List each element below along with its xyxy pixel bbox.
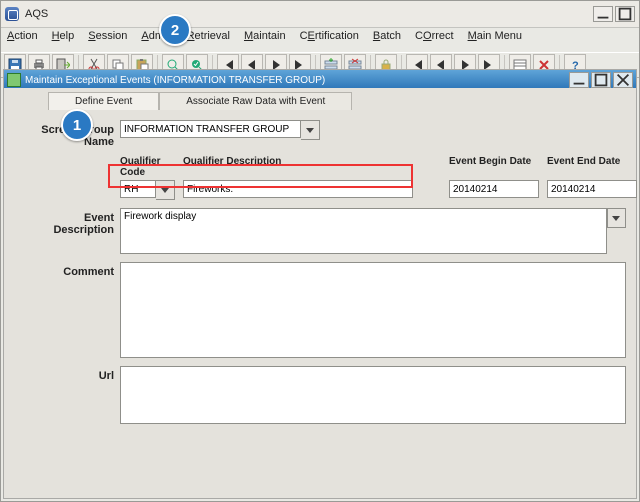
screen-group-dropdown-button[interactable] (301, 120, 320, 140)
callout-1: 1 (61, 109, 93, 141)
sub-close-button[interactable] (613, 72, 633, 88)
event-end-input[interactable] (547, 180, 637, 198)
menu-help[interactable]: Help (52, 30, 75, 48)
chevron-down-icon (306, 128, 314, 133)
url-textarea[interactable] (120, 366, 626, 424)
menubar: Action Help Session Admin Retrieval Main… (1, 28, 639, 52)
tabstrip: Define Event Associate Raw Data with Eve… (48, 92, 626, 110)
comment-textarea[interactable] (120, 262, 626, 358)
menu-maintain[interactable]: Maintain (244, 30, 286, 48)
maximize-button[interactable] (615, 6, 635, 22)
event-desc-label: EventDescription (14, 208, 114, 236)
chevron-down-icon (612, 216, 620, 221)
tab-define-event[interactable]: Define Event (48, 92, 159, 110)
java-icon (5, 7, 19, 21)
menu-correct[interactable]: COrrect (415, 30, 454, 48)
menu-main[interactable]: Main Menu (468, 30, 522, 48)
url-label: Url (14, 366, 114, 382)
menu-action[interactable]: Action (7, 30, 38, 48)
menu-batch[interactable]: Batch (373, 30, 401, 48)
chevron-down-icon (161, 188, 169, 193)
callout-2: 2 (159, 14, 191, 46)
event-desc-textarea[interactable] (120, 208, 607, 254)
minimize-button[interactable] (593, 6, 613, 22)
event-begin-label: Event Begin Date (449, 156, 539, 178)
sub-maximize-button[interactable] (591, 72, 611, 88)
subwindow-title: Maintain Exceptional Events (INFORMATION… (25, 75, 325, 86)
menu-session[interactable]: Session (88, 30, 127, 48)
tab-associate-raw-data[interactable]: Associate Raw Data with Event (159, 92, 352, 110)
form-icon (7, 73, 21, 87)
subwindow-titlebar: Maintain Exceptional Events (INFORMATION… (4, 70, 636, 90)
event-desc-dropdown-button[interactable] (607, 208, 626, 228)
window-titlebar: AQS (1, 1, 639, 28)
comment-label: Comment (14, 262, 114, 278)
sub-minimize-button[interactable] (569, 72, 589, 88)
window-title: AQS (25, 8, 48, 20)
highlight-box (108, 164, 413, 188)
menu-retrieval[interactable]: Retrieval (187, 30, 230, 48)
event-begin-input[interactable] (449, 180, 539, 198)
screen-group-input[interactable] (120, 120, 301, 138)
event-end-label: Event End Date (547, 156, 637, 178)
menu-certification[interactable]: CErtification (300, 30, 359, 48)
